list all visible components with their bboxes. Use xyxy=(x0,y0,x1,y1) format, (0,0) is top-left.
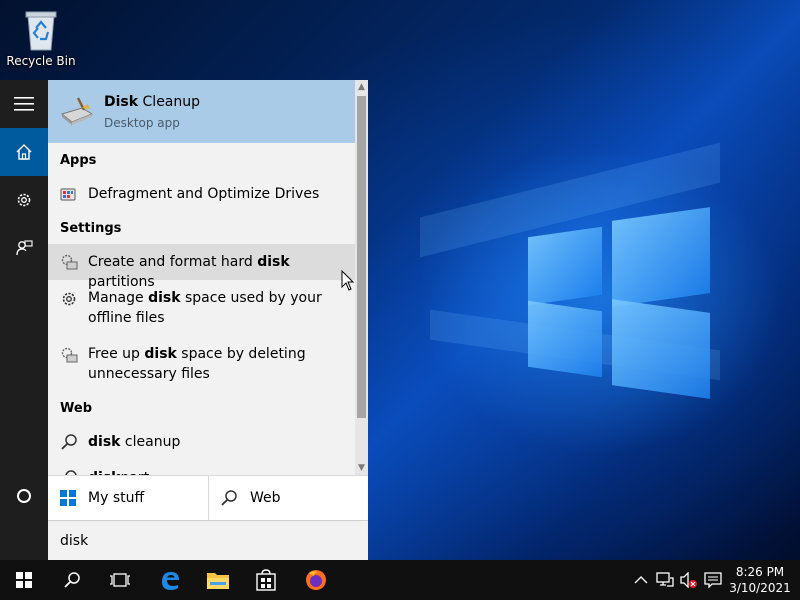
results-list: Disk Cleanup Desktop app Apps Defragment… xyxy=(48,80,355,475)
mouse-cursor-icon xyxy=(341,270,355,291)
setting-text-bold: disk xyxy=(257,254,290,270)
best-match-disk-cleanup[interactable]: Disk Cleanup Desktop app xyxy=(48,80,355,143)
setting-text-pre: Free up xyxy=(88,346,145,362)
edge-taskbar-button[interactable] xyxy=(146,560,194,600)
store-icon xyxy=(256,569,276,591)
file-explorer-icon xyxy=(207,573,229,589)
web-text-bold: disk xyxy=(88,434,121,450)
taskbar-search-button[interactable] xyxy=(48,560,96,600)
search-icon xyxy=(60,433,78,451)
scroll-thumb[interactable] xyxy=(357,96,366,418)
firefox-taskbar-button[interactable] xyxy=(292,560,340,600)
best-match-subtitle: Desktop app xyxy=(104,116,180,130)
menu-expand-button[interactable] xyxy=(0,80,48,128)
clock-date: 3/10/2021 xyxy=(729,581,791,595)
logo-pane-bottom-right xyxy=(612,299,710,399)
task-view-button[interactable] xyxy=(96,560,144,600)
search-filter-bar: My stuff Web xyxy=(48,475,368,520)
store-taskbar-button[interactable] xyxy=(242,560,290,600)
settings-result-offline-files[interactable]: Manage disk space used by your offline f… xyxy=(48,286,355,332)
section-apps-heading: Apps xyxy=(60,153,97,168)
edge-icon xyxy=(162,572,179,590)
cortana-button[interactable] xyxy=(0,472,48,520)
settings-result-partitions[interactable]: Create and format hard disk partitions xyxy=(48,244,355,290)
recycle-bin-shortcut[interactable]: Recycle Bin xyxy=(6,6,76,74)
my-stuff-filter-button[interactable]: My stuff xyxy=(60,476,206,520)
setting-text-pre: Create and format hard xyxy=(88,254,258,270)
app-result-label: Defragment and Optimize Drives xyxy=(88,186,320,202)
search-results-panel: Disk Cleanup Desktop app Apps Defragment… xyxy=(48,80,368,560)
web-result-disk-cleanup[interactable]: disk cleanup xyxy=(48,430,355,454)
filter-divider xyxy=(208,476,209,520)
best-match-title-bold: Disk xyxy=(104,94,139,110)
home-button[interactable] xyxy=(0,128,48,176)
feedback-button[interactable] xyxy=(0,224,48,272)
network-icon[interactable] xyxy=(656,570,674,590)
scroll-down-arrow-icon[interactable]: ▼ xyxy=(355,461,368,475)
task-view-icon xyxy=(110,573,130,587)
taskbar-clock[interactable]: 8:26 PM 3/10/2021 xyxy=(726,564,794,596)
web-filter-label: Web xyxy=(250,490,281,506)
search-icon xyxy=(221,490,237,506)
home-icon xyxy=(16,144,32,160)
settings-button[interactable] xyxy=(0,176,48,224)
windows-logo-icon xyxy=(60,490,76,506)
windows-logo-icon xyxy=(16,572,32,588)
gear-icon xyxy=(17,193,31,207)
gear-icon xyxy=(60,290,78,308)
scroll-up-arrow-icon[interactable]: ▲ xyxy=(355,80,368,94)
storage-settings-icon xyxy=(60,346,78,364)
app-result-defragment[interactable]: Defragment and Optimize Drives xyxy=(48,182,355,206)
clock-time: 8:26 PM xyxy=(735,565,785,579)
volume-muted-icon[interactable] xyxy=(680,570,698,590)
best-match-title-rest: Cleanup xyxy=(138,94,201,110)
recycle-bin-label: Recycle Bin xyxy=(6,54,76,68)
web-result-diskpart[interactable]: diskpart xyxy=(48,466,355,475)
cortana-icon xyxy=(17,489,31,503)
setting-text-pre: Manage xyxy=(88,290,149,306)
web-filter-button[interactable]: Web xyxy=(220,476,360,520)
logo-pane-top-left xyxy=(528,226,602,306)
search-input[interactable] xyxy=(48,521,368,560)
logo-pane-bottom-left xyxy=(528,300,602,378)
search-box[interactable] xyxy=(48,520,368,560)
action-center-icon[interactable] xyxy=(704,570,722,590)
start-rail xyxy=(0,80,48,560)
firefox-icon xyxy=(306,570,326,590)
defrag-icon xyxy=(60,186,78,204)
logo-pane-top-right xyxy=(612,207,710,307)
feedback-icon xyxy=(16,240,33,256)
search-icon xyxy=(64,572,80,588)
setting-text-bold: disk xyxy=(144,346,177,362)
taskbar: 8:26 PM 3/10/2021 xyxy=(0,560,800,600)
hamburger-icon xyxy=(14,97,34,111)
results-scrollbar[interactable]: ▲ ▼ xyxy=(355,80,368,475)
web-text-post: cleanup xyxy=(120,434,181,450)
file-explorer-taskbar-button[interactable] xyxy=(194,560,242,600)
start-button[interactable] xyxy=(0,560,48,600)
section-settings-heading: Settings xyxy=(60,221,122,236)
show-hidden-icons-chevron-icon[interactable] xyxy=(632,570,650,590)
partition-settings-icon xyxy=(60,253,78,271)
section-web-heading: Web xyxy=(60,401,92,416)
my-stuff-label: My stuff xyxy=(88,490,145,506)
recycle-bin-icon xyxy=(22,8,60,52)
setting-text-bold: disk xyxy=(148,290,181,306)
disk-cleanup-icon xyxy=(60,96,94,126)
settings-result-free-up-space[interactable]: Free up disk space by deleting unnecessa… xyxy=(48,342,355,388)
